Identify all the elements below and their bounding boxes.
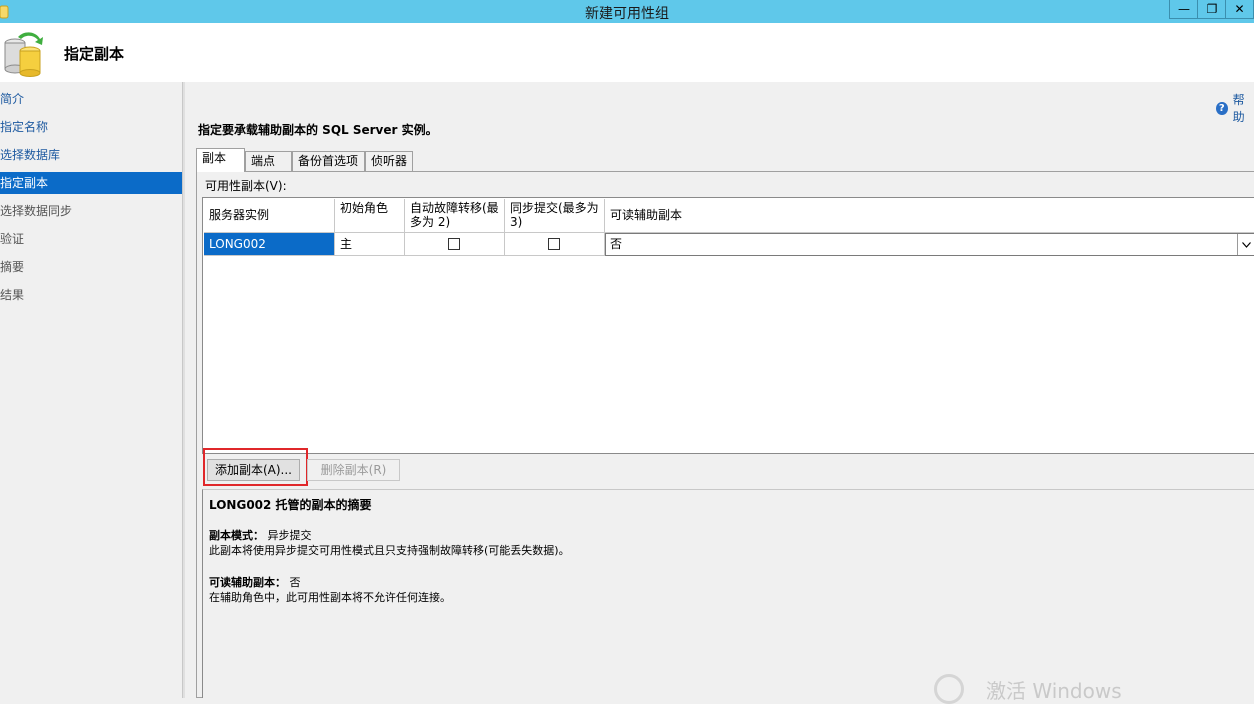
help-link[interactable]: ? 帮助 bbox=[1216, 91, 1254, 125]
help-icon: ? bbox=[1216, 101, 1228, 115]
sidebar-item-summary: 摘要 bbox=[0, 260, 25, 274]
window-title: 新建可用性组 bbox=[585, 6, 669, 22]
sidebar-item-specify-replicas[interactable]: 指定副本 bbox=[0, 172, 182, 194]
replicas-grid[interactable]: 服务器实例 初始角色 自动故障转移(最多为 2) 同步提交(最多为 3) 可读辅… bbox=[202, 197, 1254, 454]
summary-readable-desc: 在辅助角色中，此可用性副本将不允许任何连接。 bbox=[209, 591, 451, 604]
summary-readable-label: 可读辅助副本： bbox=[209, 576, 286, 589]
readable-secondary-dropdown[interactable]: 否 bbox=[605, 233, 1254, 256]
chevron-down-icon[interactable] bbox=[1237, 234, 1254, 255]
auto-failover-checkbox[interactable] bbox=[448, 238, 460, 250]
summary-readable-value: 否 bbox=[289, 576, 301, 589]
table-row-sync-commit-cell bbox=[505, 233, 605, 256]
add-replica-button[interactable]: 添加副本(A)... bbox=[207, 459, 300, 481]
table-row-auto-failover-cell bbox=[405, 233, 505, 256]
activation-watermark: 激活 Windows bbox=[934, 674, 1122, 704]
title-bar: 新建可用性组 — ❐ ✕ bbox=[0, 0, 1254, 23]
table-row-role: 主 bbox=[335, 233, 405, 256]
replica-summary-panel: LONG002 托管的副本的摘要 副本模式： 异步提交 此副本将使用异步提交可用… bbox=[202, 489, 1254, 698]
sidebar-item-data-sync: 选择数据同步 bbox=[0, 204, 73, 218]
wizard-header: 指定副本 bbox=[0, 23, 1254, 82]
close-icon: ✕ bbox=[1234, 2, 1245, 16]
sidebar-divider bbox=[182, 82, 185, 698]
tab-listener[interactable]: 侦听器 bbox=[365, 151, 413, 171]
column-header-sync-commit[interactable]: 同步提交(最多为 3) bbox=[505, 199, 605, 233]
sidebar-item-specify-name[interactable]: 指定名称 bbox=[0, 116, 182, 138]
sidebar-item-validation: 验证 bbox=[0, 232, 25, 246]
minimize-icon: — bbox=[1178, 2, 1190, 16]
database-replica-icon bbox=[4, 32, 43, 77]
column-header-auto-failover[interactable]: 自动故障转移(最多为 2) bbox=[405, 199, 505, 233]
summary-mode-desc: 此副本将使用异步提交可用性模式且只支持强制故障转移(可能丢失数据)。 bbox=[209, 544, 570, 557]
wizard-sidebar: 简介 指定名称 选择数据库 指定副本 选择数据同步 验证 摘要 结果 bbox=[0, 82, 182, 698]
sync-commit-checkbox[interactable] bbox=[548, 238, 560, 250]
tab-backup-preferences[interactable]: 备份首选项 bbox=[292, 151, 365, 171]
sidebar-item-introduction[interactable]: 简介 bbox=[0, 88, 182, 110]
minimize-button[interactable]: — bbox=[1169, 0, 1199, 19]
sidebar-item-select-databases[interactable]: 选择数据库 bbox=[0, 144, 182, 166]
page-title: 指定副本 bbox=[64, 45, 125, 63]
close-button[interactable]: ✕ bbox=[1225, 0, 1254, 19]
summary-mode-value: 异步提交 bbox=[267, 529, 312, 542]
sidebar-item-results: 结果 bbox=[0, 288, 25, 302]
restore-button[interactable]: ❐ bbox=[1197, 0, 1227, 19]
remove-replica-button: 删除副本(R) bbox=[307, 459, 400, 481]
tab-endpoints[interactable]: 端点 bbox=[245, 151, 292, 171]
restore-icon: ❐ bbox=[1206, 2, 1218, 16]
column-header-server-instance[interactable]: 服务器实例 bbox=[204, 199, 335, 233]
instruction-text: 指定要承载辅助副本的 SQL Server 实例。 bbox=[198, 123, 438, 137]
readable-secondary-value: 否 bbox=[610, 237, 623, 251]
windows-activation-icon bbox=[934, 674, 964, 704]
table-row-server[interactable]: LONG002 bbox=[204, 233, 335, 256]
column-header-initial-role[interactable]: 初始角色 bbox=[335, 199, 405, 233]
summary-mode-label: 副本模式： bbox=[209, 529, 264, 542]
summary-title: LONG002 托管的副本的摘要 bbox=[209, 498, 372, 512]
replicas-grid-label: 可用性副本(V): bbox=[205, 179, 287, 193]
summary-readable-row: 可读辅助副本： 否 bbox=[209, 574, 301, 590]
column-header-readable-secondary[interactable]: 可读辅助副本 bbox=[605, 199, 1254, 233]
summary-mode-row: 副本模式： 异步提交 bbox=[209, 527, 312, 543]
tab-replicas[interactable]: 副本 bbox=[196, 148, 245, 172]
help-label: 帮助 bbox=[1232, 93, 1245, 124]
watermark-text: 激活 Windows bbox=[986, 678, 1122, 703]
